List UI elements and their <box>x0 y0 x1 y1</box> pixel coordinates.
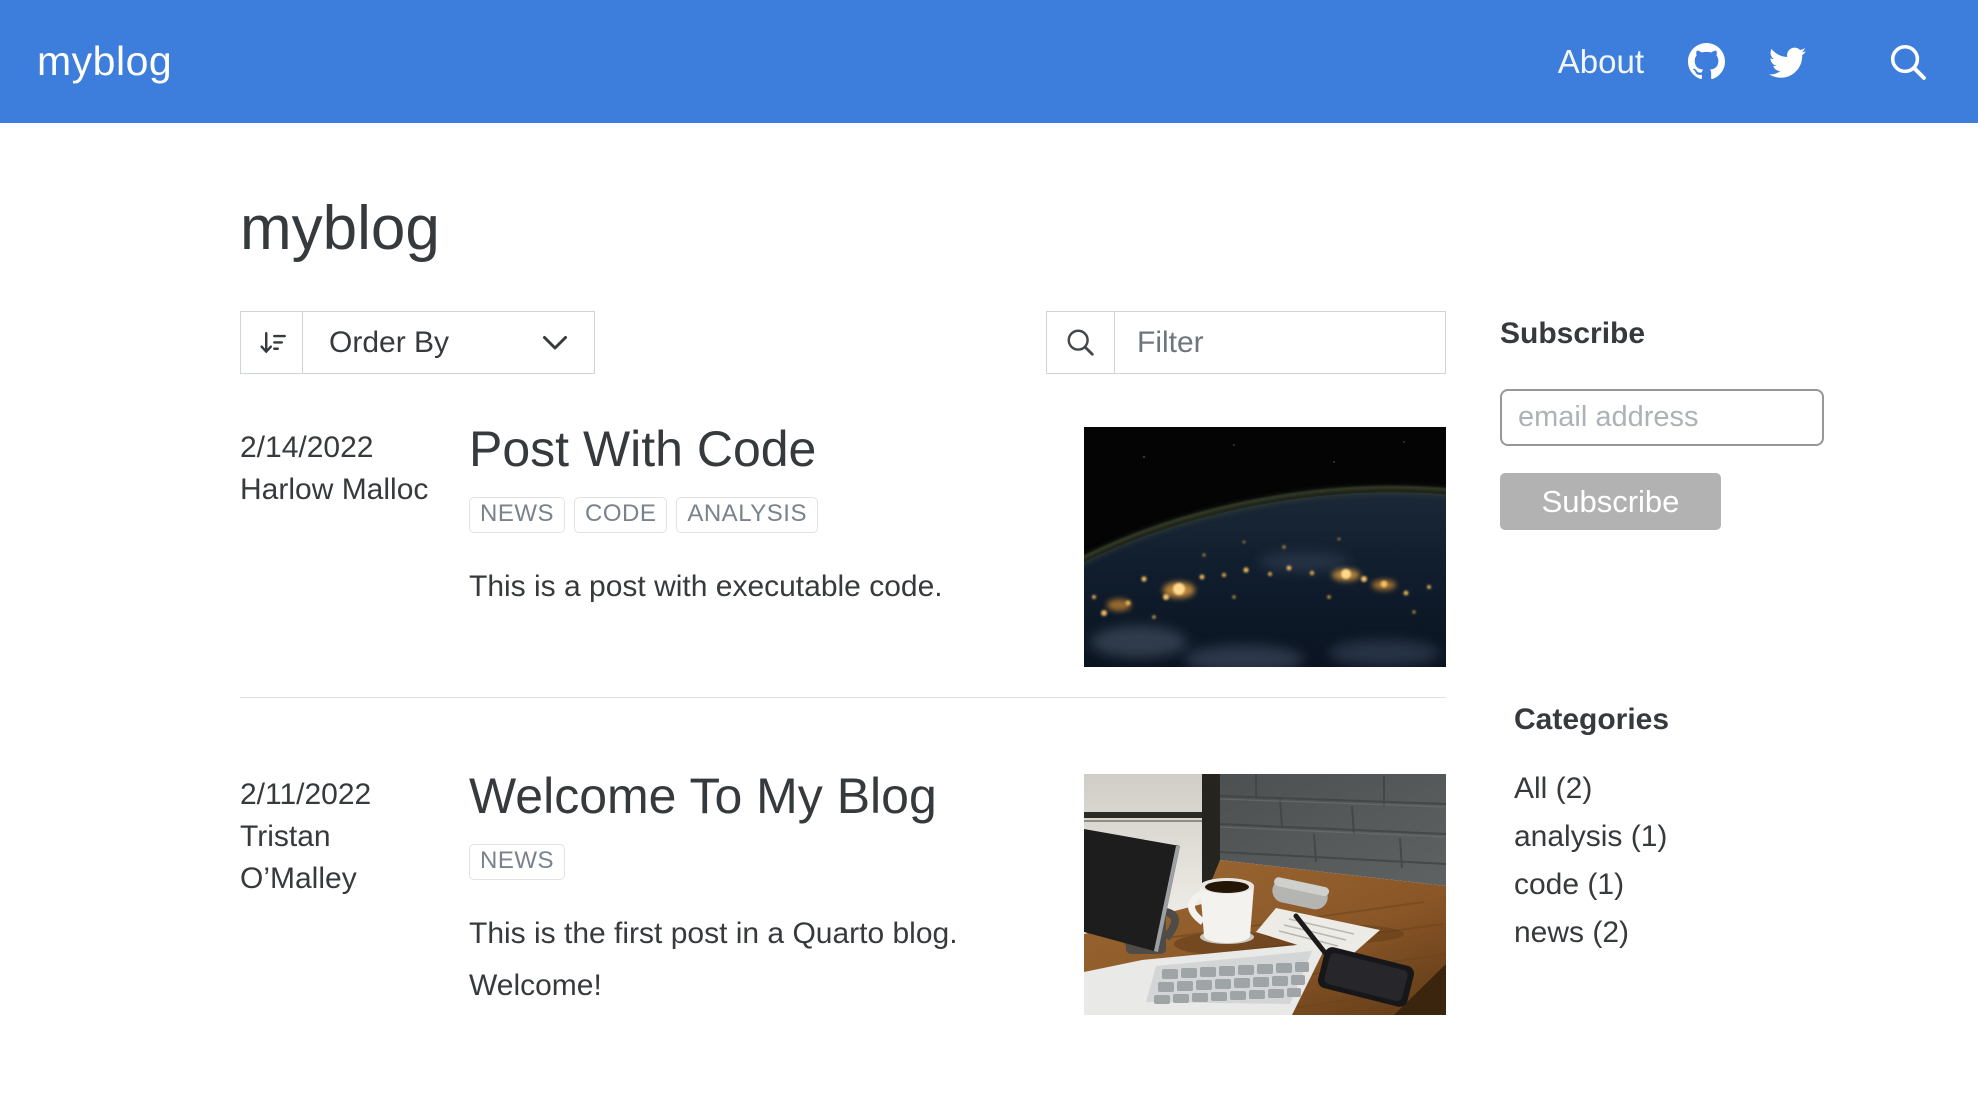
post-item: 2/14/2022 Harlow Malloc Post With Code N… <box>240 421 1446 668</box>
categories-heading: Categories <box>1514 703 1670 736</box>
category-link-all[interactable]: All (2) <box>1514 772 1592 805</box>
listing-controls: Order By <box>240 311 1446 375</box>
navbar-right: About <box>1558 42 1928 82</box>
search-icon[interactable] <box>1888 42 1928 82</box>
filter-box <box>1046 311 1446 375</box>
post-date: 2/11/2022 <box>240 778 372 812</box>
post-meta: 2/14/2022 Harlow Malloc <box>240 427 469 511</box>
category-item: news (2) <box>1514 909 1824 957</box>
category-item: All (2) <box>1514 765 1824 813</box>
filter-input[interactable] <box>1115 312 1445 374</box>
post-tags: NEWS <box>469 844 1084 881</box>
category-item: analysis (1) <box>1514 813 1824 861</box>
post-body: Welcome To My Blog NEWS This is the firs… <box>469 768 1084 1011</box>
post-title: Welcome To My Blog <box>469 768 1084 824</box>
top-navbar: myblog About <box>0 0 1978 123</box>
about-link[interactable]: About <box>1558 43 1644 81</box>
post-list: 2/14/2022 Harlow Malloc Post With Code N… <box>240 421 1446 1016</box>
tag-badge[interactable]: ANALYSIS <box>676 497 818 534</box>
subscribe-button[interactable]: Subscribe <box>1500 473 1721 530</box>
post-author: Tristan O’Malley <box>240 820 357 896</box>
navbar-brand[interactable]: myblog <box>37 38 172 85</box>
chevron-down-icon <box>542 326 568 360</box>
category-item: code (1) <box>1514 861 1824 909</box>
categories-section: Categories All (2) analysis (1) code (1)… <box>1514 701 1824 957</box>
post-thumbnail-earth-night-image[interactable] <box>1084 427 1446 668</box>
listing-main: myblog Order By Filter 2/14/2022 Harlow … <box>240 123 1446 1016</box>
post-date: 2/14/2022 <box>240 431 374 465</box>
order-by-label: Order By <box>329 325 450 359</box>
email-field[interactable] <box>1500 389 1824 446</box>
post-thumbnail-desk-image[interactable] <box>1084 774 1446 1016</box>
order-by-dropdown[interactable]: Order By <box>240 311 595 375</box>
twitter-icon[interactable] <box>1769 43 1806 80</box>
tag-badge[interactable]: NEWS <box>469 844 565 881</box>
post-title-link[interactable]: Post With Code <box>469 421 816 477</box>
post-description: This is the first post in a Quarto blog.… <box>469 917 958 1002</box>
post-meta: 2/11/2022 Tristan O’Malley <box>240 774 469 900</box>
post-title-link[interactable]: Welcome To My Blog <box>469 768 937 824</box>
post-author: Harlow Malloc <box>240 473 429 507</box>
category-link-news[interactable]: news (2) <box>1514 916 1629 949</box>
filter-search-icon <box>1047 312 1115 374</box>
post-body: Post With Code NEWS CODE ANALYSIS This i… <box>469 421 1084 613</box>
category-link-analysis[interactable]: analysis (1) <box>1514 820 1667 853</box>
tag-badge[interactable]: NEWS <box>469 497 565 534</box>
post-tags: NEWS CODE ANALYSIS <box>469 497 1084 534</box>
github-icon[interactable] <box>1688 43 1725 80</box>
subscribe-heading: Subscribe <box>1500 317 1646 350</box>
post-description: This is a post with executable code. <box>469 570 943 604</box>
sort-descending-icon <box>241 312 303 374</box>
category-link-code[interactable]: code (1) <box>1514 868 1624 901</box>
page-title: myblog <box>240 194 440 263</box>
post-title: Post With Code <box>469 421 1084 477</box>
category-list: All (2) analysis (1) code (1) news (2) <box>1514 765 1824 957</box>
post-item: 2/11/2022 Tristan O’Malley Welcome To My… <box>240 697 1446 1016</box>
right-sidebar: Subscribe Subscribe Categories All (2) a… <box>1500 315 1824 957</box>
tag-badge[interactable]: CODE <box>574 497 668 534</box>
